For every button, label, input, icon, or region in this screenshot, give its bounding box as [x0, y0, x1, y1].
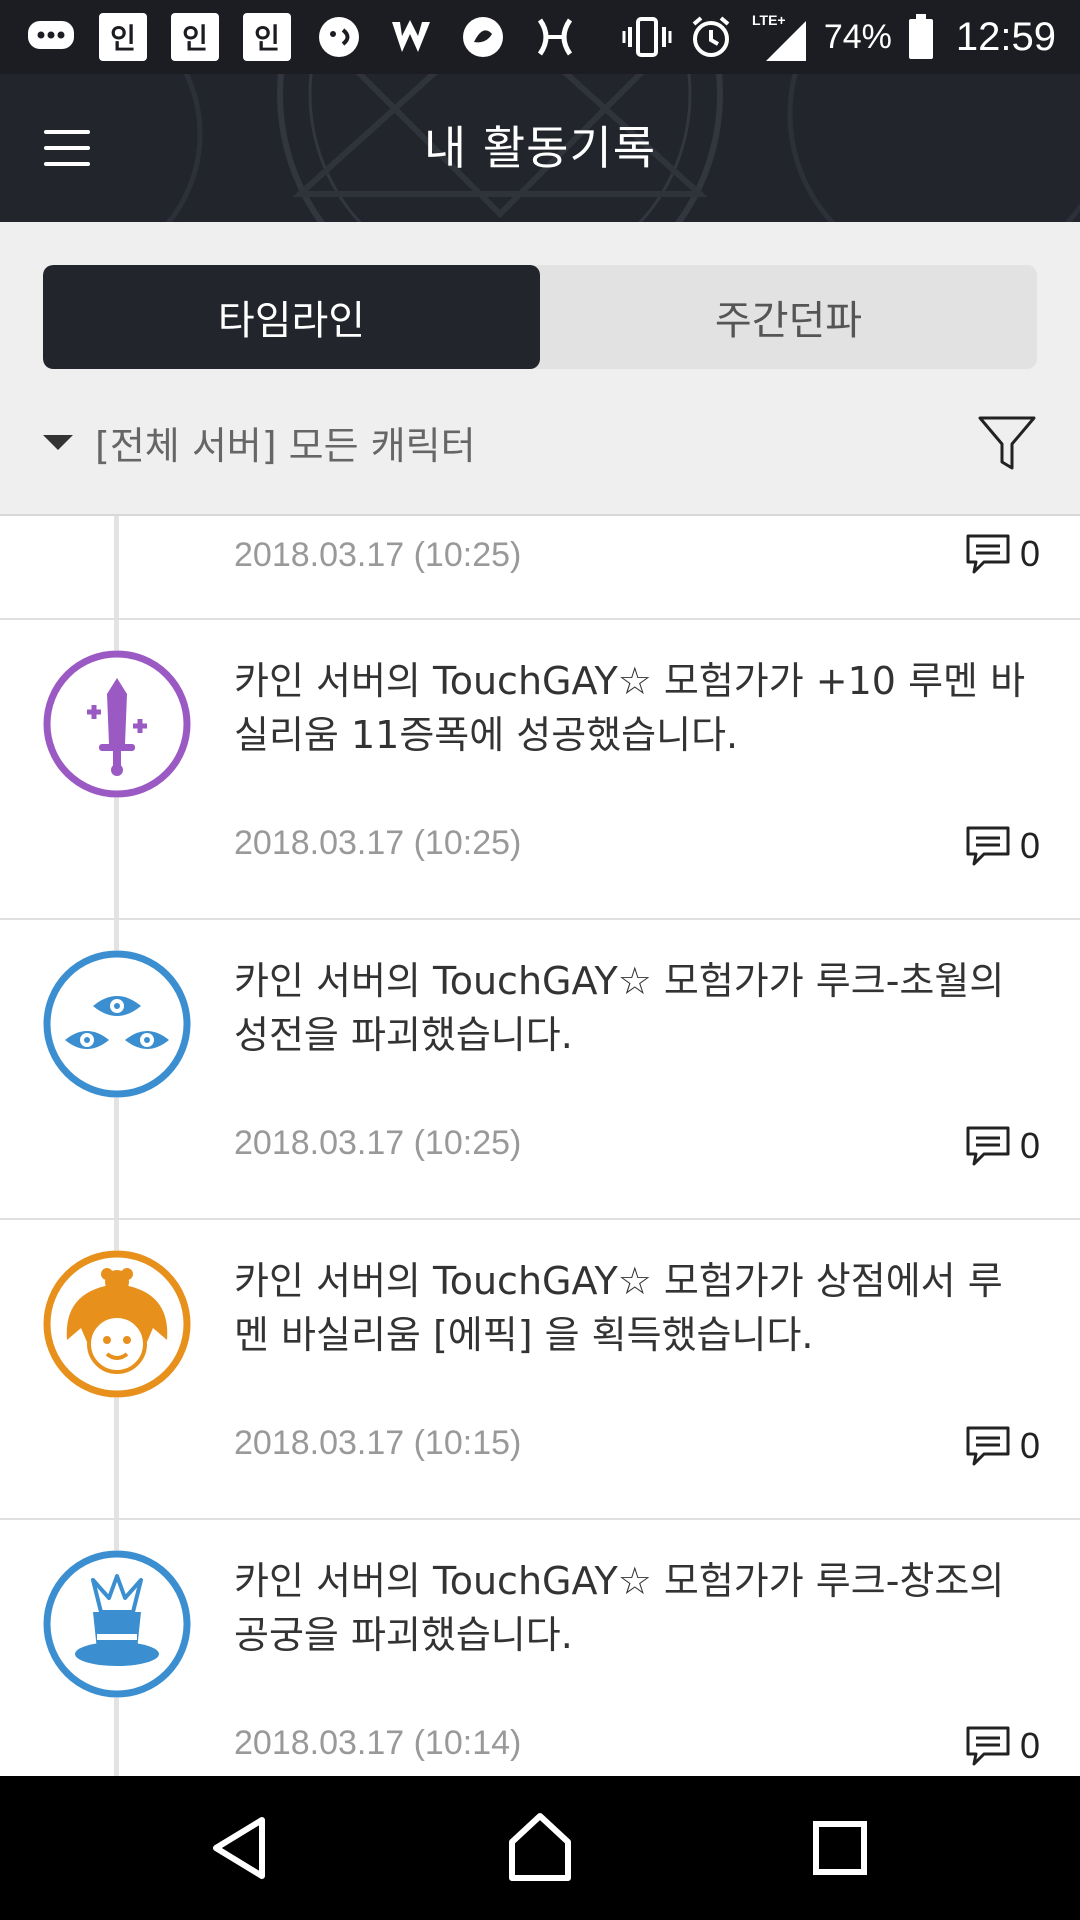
item-date: 2018.03.17 (10:15): [234, 1424, 522, 1462]
app-notification-icon: [530, 12, 580, 62]
list-item[interactable]: 카인 서버의 TouchGAY☆ 모험가가 루크-초월의 성전을 파괴했습니다.…: [0, 920, 1080, 1220]
comment-button[interactable]: 0: [964, 822, 1040, 870]
list-item[interactable]: 카인 서버의 TouchGAY☆ 모험가가 루크-창조의 공궁을 파괴했습니다.…: [0, 1520, 1080, 1776]
signal-strength-icon: LTE+: [750, 12, 810, 62]
svg-text:인: 인: [254, 22, 280, 55]
list-item[interactable]: 카인 서버의 TouchGAY☆ 모험가가 상점에서 루멘 바실리움 [에픽] …: [0, 1220, 1080, 1520]
chat-app-icon: [314, 12, 364, 62]
comment-count: 0: [1019, 1725, 1040, 1766]
comment-count: 0: [1019, 1425, 1040, 1466]
comment-icon: [966, 826, 1010, 866]
comment-count: 0: [1019, 533, 1040, 574]
notification-app-icon: 인: [98, 12, 148, 62]
android-nav-bar: [0, 1776, 1080, 1920]
item-message: 카인 서버의 TouchGAY☆ 모험가가 루크-창조의 공궁을 파괴했습니다.: [234, 1559, 1005, 1657]
svg-text:인: 인: [110, 22, 136, 55]
svg-text:LTE+: LTE+: [752, 12, 786, 28]
messages-icon: [26, 12, 76, 62]
tab-switcher: 타임라인 주간던파: [43, 265, 1037, 369]
app-notification-icon: [458, 12, 508, 62]
filter-controls: 타임라인 주간던파 [전체 서버] 모든 캐릭터: [0, 222, 1080, 516]
item-date: 2018.03.17 (10:25): [234, 536, 522, 574]
character-face-icon: [43, 1250, 191, 1398]
system-status: LTE+ 74% 12:59: [622, 8, 1056, 66]
server-selector[interactable]: [전체 서버] 모든 캐릭터: [43, 412, 476, 472]
item-message: 카인 서버의 TouchGAY☆ 모험가가 상점에서 루멘 바실리움 [에픽] …: [234, 1259, 1003, 1357]
comment-icon: [966, 1726, 1010, 1766]
battery-percent: 74%: [823, 17, 892, 56]
status-bar: 인 인 인 LTE+ 74% 12:59: [0, 0, 1080, 74]
item-date: 2018.03.17 (10:25): [234, 1124, 522, 1162]
tab-timeline[interactable]: 타임라인: [43, 265, 540, 369]
item-message: 카인 서버의 TouchGAY☆ 모험가가 +10 루멘 바실리움 11증폭에 …: [234, 659, 1026, 757]
top-hat-icon: [43, 1550, 191, 1698]
svg-text:인: 인: [182, 22, 208, 55]
recents-square-icon: [813, 1821, 867, 1875]
notification-icons: 인 인 인: [26, 8, 580, 66]
caret-down-icon: [43, 434, 73, 450]
app-header: 내 활동기록: [0, 74, 1080, 222]
comment-count: 0: [1019, 1125, 1040, 1166]
comment-count: 0: [1019, 825, 1040, 866]
item-date: 2018.03.17 (10:14): [234, 1724, 522, 1762]
three-eyes-icon: [43, 950, 191, 1098]
sword-icon: [43, 650, 191, 798]
notification-app-icon: 인: [170, 12, 220, 62]
item-message: 카인 서버의 TouchGAY☆ 모험가가 루크-초월의 성전을 파괴했습니다.: [234, 959, 1005, 1057]
home-icon: [509, 1813, 571, 1881]
back-triangle-icon: [213, 1817, 265, 1879]
app-notification-icon: [386, 12, 436, 62]
vibrate-icon: [622, 12, 672, 62]
comment-button[interactable]: 0: [964, 530, 1040, 578]
tab-weekly[interactable]: 주간던파: [540, 265, 1037, 369]
comment-button[interactable]: 0: [964, 1722, 1040, 1770]
list-item[interactable]: 2018.03.17 (10:25) 0: [0, 516, 1080, 620]
recents-button[interactable]: [800, 1808, 880, 1888]
server-selector-label: [전체 서버] 모든 캐릭터: [95, 423, 476, 468]
funnel-filter-icon: [978, 416, 1036, 470]
back-button[interactable]: [200, 1808, 280, 1888]
page-title: 내 활동기록: [423, 121, 657, 175]
battery-icon: [906, 12, 936, 62]
comment-button[interactable]: 0: [964, 1122, 1040, 1170]
list-item[interactable]: 카인 서버의 TouchGAY☆ 모험가가 +10 루멘 바실리움 11증폭에 …: [0, 620, 1080, 920]
item-date: 2018.03.17 (10:25): [234, 824, 522, 862]
comment-icon: [966, 1126, 1010, 1166]
alarm-clock-icon: [686, 12, 736, 62]
notification-app-icon: 인: [242, 12, 292, 62]
timeline-feed[interactable]: 2018.03.17 (10:25) 0 카인 서버의 TouchGAY☆ 모험…: [0, 516, 1080, 1776]
filter-button[interactable]: [976, 412, 1038, 474]
comment-icon: [966, 534, 1010, 574]
home-button[interactable]: [500, 1808, 580, 1888]
clock-time: 12:59: [955, 14, 1056, 59]
comment-icon: [966, 1426, 1010, 1466]
comment-button[interactable]: 0: [964, 1422, 1040, 1470]
